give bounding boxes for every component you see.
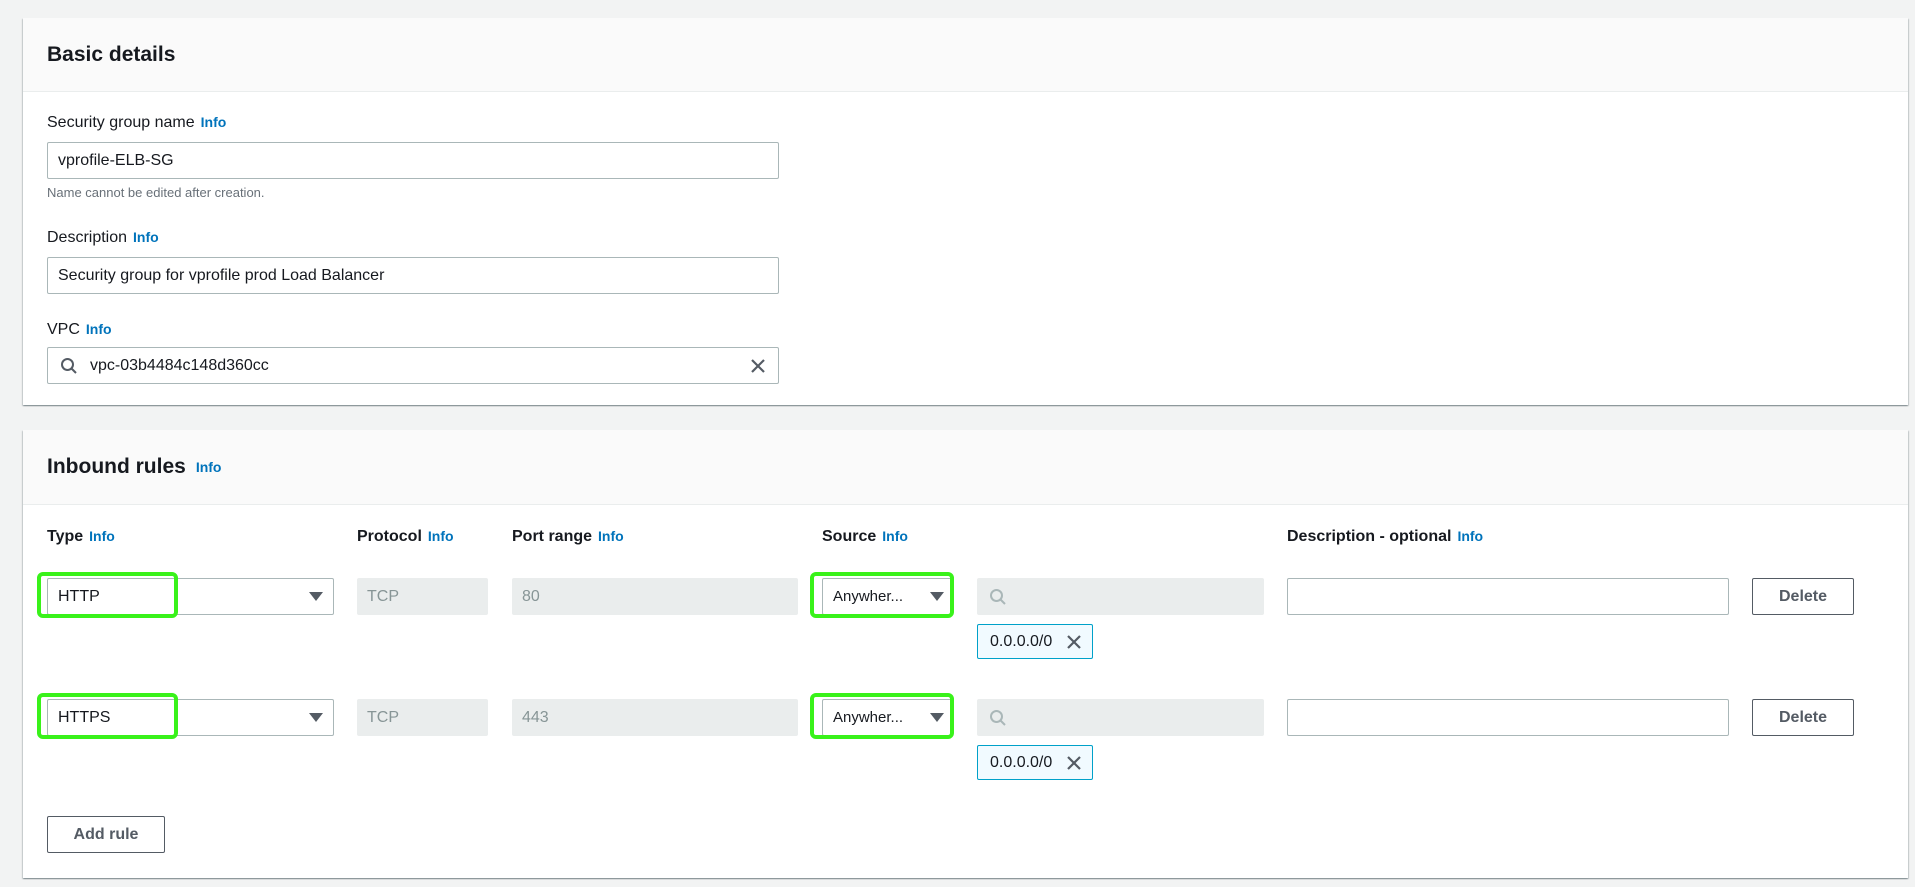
- security-group-name-info-link[interactable]: Info: [201, 114, 227, 130]
- security-group-name-label: Security group name Info: [47, 114, 227, 131]
- inbound-rules-title: Inbound rules: [47, 455, 186, 478]
- rule-description-input[interactable]: [1287, 699, 1729, 736]
- add-rule-button[interactable]: Add rule: [47, 816, 165, 853]
- chevron-down-icon: [309, 713, 323, 722]
- cidr-token: 0.0.0.0/0: [977, 745, 1094, 780]
- column-source: Source Info: [822, 528, 908, 545]
- protocol-field: TCP: [357, 699, 488, 736]
- column-type: Type Info: [47, 528, 115, 545]
- chevron-down-icon: [309, 592, 323, 601]
- security-group-name-hint: Name cannot be edited after creation.: [47, 185, 265, 200]
- column-description: Description - optional Info: [1287, 528, 1484, 545]
- chevron-down-icon: [930, 592, 944, 601]
- chevron-down-icon: [930, 713, 944, 722]
- source-value: Anywher...: [833, 709, 904, 726]
- vpc-label: VPC Info: [47, 321, 112, 338]
- rule-type-select[interactable]: HTTP: [47, 578, 334, 615]
- cidr-token: 0.0.0.0/0: [977, 624, 1094, 659]
- rule-type-value: HTTP: [58, 587, 100, 605]
- remove-token-icon[interactable]: [1066, 634, 1082, 650]
- delete-rule-button[interactable]: Delete: [1752, 699, 1854, 736]
- inbound-rules-header: Inbound rules Info: [23, 430, 1908, 505]
- description-label: Description Info: [47, 229, 159, 246]
- security-group-name-input[interactable]: [47, 142, 779, 179]
- vpc-info-link[interactable]: Info: [86, 321, 112, 337]
- cidr-search-field: [977, 699, 1264, 736]
- protocol-field: TCP: [357, 578, 488, 615]
- cidr-token-label: 0.0.0.0/0: [990, 753, 1053, 771]
- clear-icon[interactable]: [750, 358, 766, 374]
- description-info-link[interactable]: Info: [1457, 528, 1483, 544]
- delete-rule-button[interactable]: Delete: [1752, 578, 1854, 615]
- description-info-link[interactable]: Info: [133, 229, 159, 245]
- basic-details-header: Basic details: [23, 18, 1908, 92]
- port-range-info-link[interactable]: Info: [598, 528, 624, 544]
- basic-details-title: Basic details: [47, 42, 176, 66]
- inbound-rules-info-link[interactable]: Info: [196, 459, 222, 475]
- search-icon: [990, 588, 1006, 605]
- description-input[interactable]: [47, 257, 779, 294]
- cidr-search-field: [977, 578, 1264, 615]
- inbound-rules-panel: Inbound rules Info Type Info Protocol In…: [23, 430, 1908, 878]
- source-select[interactable]: Anywher...: [822, 699, 953, 736]
- vpc-value: vpc-03b4484c148d360cc: [90, 356, 269, 374]
- port-range-field: 443: [512, 699, 798, 736]
- rule-type-value: HTTPS: [58, 708, 111, 726]
- remove-token-icon[interactable]: [1066, 755, 1082, 771]
- search-icon: [990, 709, 1006, 726]
- source-select[interactable]: Anywher...: [822, 578, 953, 615]
- port-range-field: 80: [512, 578, 798, 615]
- basic-details-panel: Basic details Security group name Info N…: [23, 18, 1908, 405]
- cidr-token-label: 0.0.0.0/0: [990, 632, 1053, 650]
- source-info-link[interactable]: Info: [882, 528, 908, 544]
- source-value: Anywher...: [833, 588, 904, 605]
- rule-type-select[interactable]: HTTPS: [47, 699, 334, 736]
- vpc-search-field[interactable]: vpc-03b4484c148d360cc: [47, 347, 779, 384]
- column-protocol: Protocol Info: [357, 528, 454, 545]
- protocol-info-link[interactable]: Info: [428, 528, 454, 544]
- type-info-link[interactable]: Info: [89, 528, 115, 544]
- rule-description-input[interactable]: [1287, 578, 1729, 615]
- column-port-range: Port range Info: [512, 528, 624, 545]
- search-icon: [61, 357, 77, 374]
